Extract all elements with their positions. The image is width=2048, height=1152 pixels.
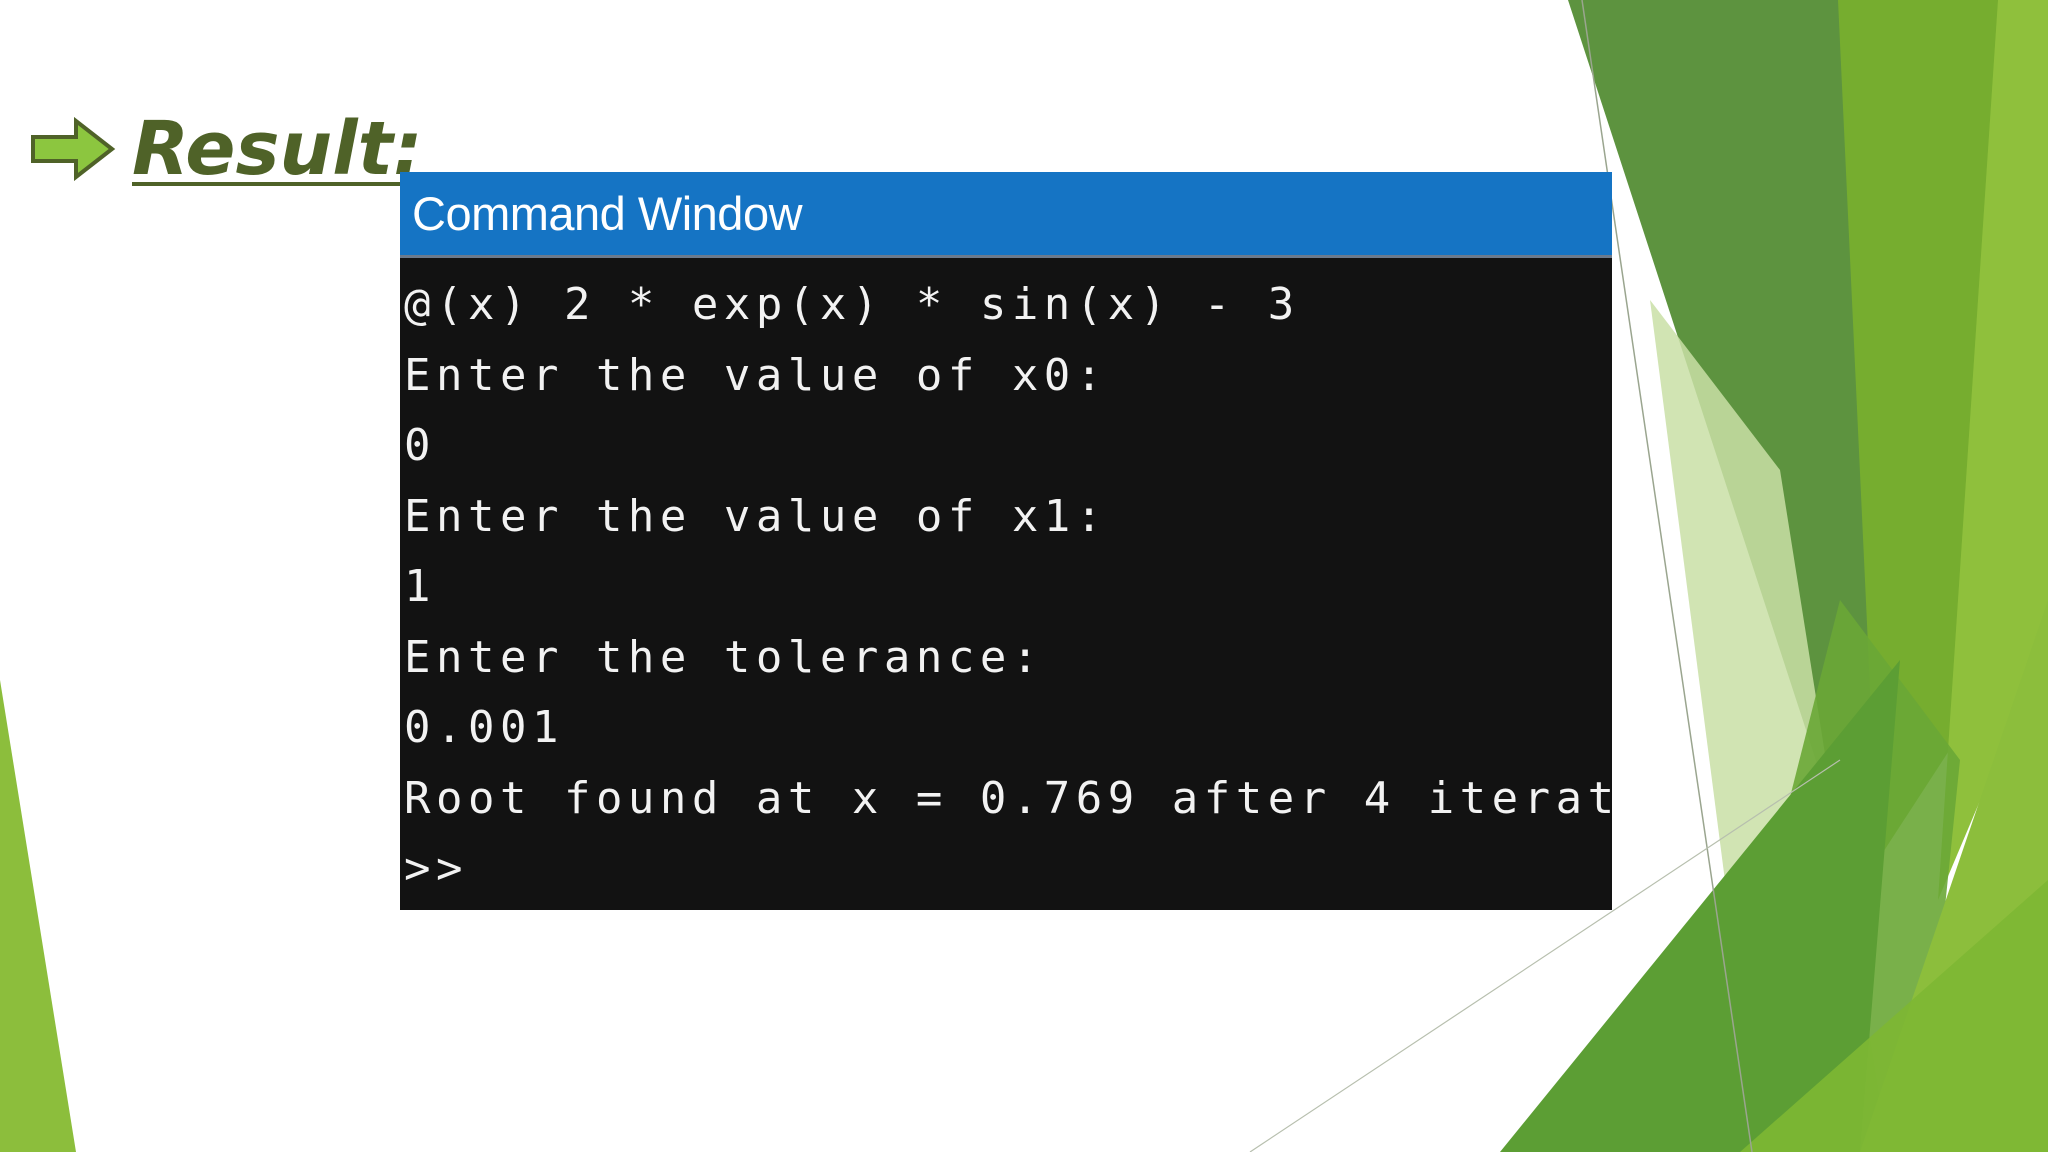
console-line-prompt-x1: Enter the value of x1: [404, 490, 1108, 542]
console-line-input-tolerance: 0.001 [404, 702, 564, 753]
console-line-input-x1: 1 [404, 561, 436, 612]
console-line-prompt-x0: Enter the value of x0: [404, 349, 1108, 401]
console-line-prompt-tolerance: Enter the tolerance: [404, 631, 1044, 683]
command-window[interactable]: Command Window @(x) 2 * exp(x) * sin(x) … [400, 172, 1612, 910]
left-green-sliver [0, 680, 76, 1152]
command-window-title: Command Window [412, 187, 803, 240]
console-output[interactable]: @(x) 2 * exp(x) * sin(x) - 3 Enter the v… [400, 258, 1612, 905]
console-line-input-x0: 0 [404, 420, 436, 471]
result-heading: Result: [30, 112, 423, 186]
result-label: Result: [132, 106, 423, 192]
command-window-titlebar[interactable]: Command Window [400, 172, 1612, 258]
console-line-result: Root found at x = 0.769 after 4 iteratio… [404, 772, 1612, 824]
command-prompt[interactable]: >> [404, 834, 1612, 905]
console-line-function: @(x) 2 * exp(x) * sin(x) - 3 [404, 279, 1300, 330]
right-arrow-icon [31, 117, 116, 181]
